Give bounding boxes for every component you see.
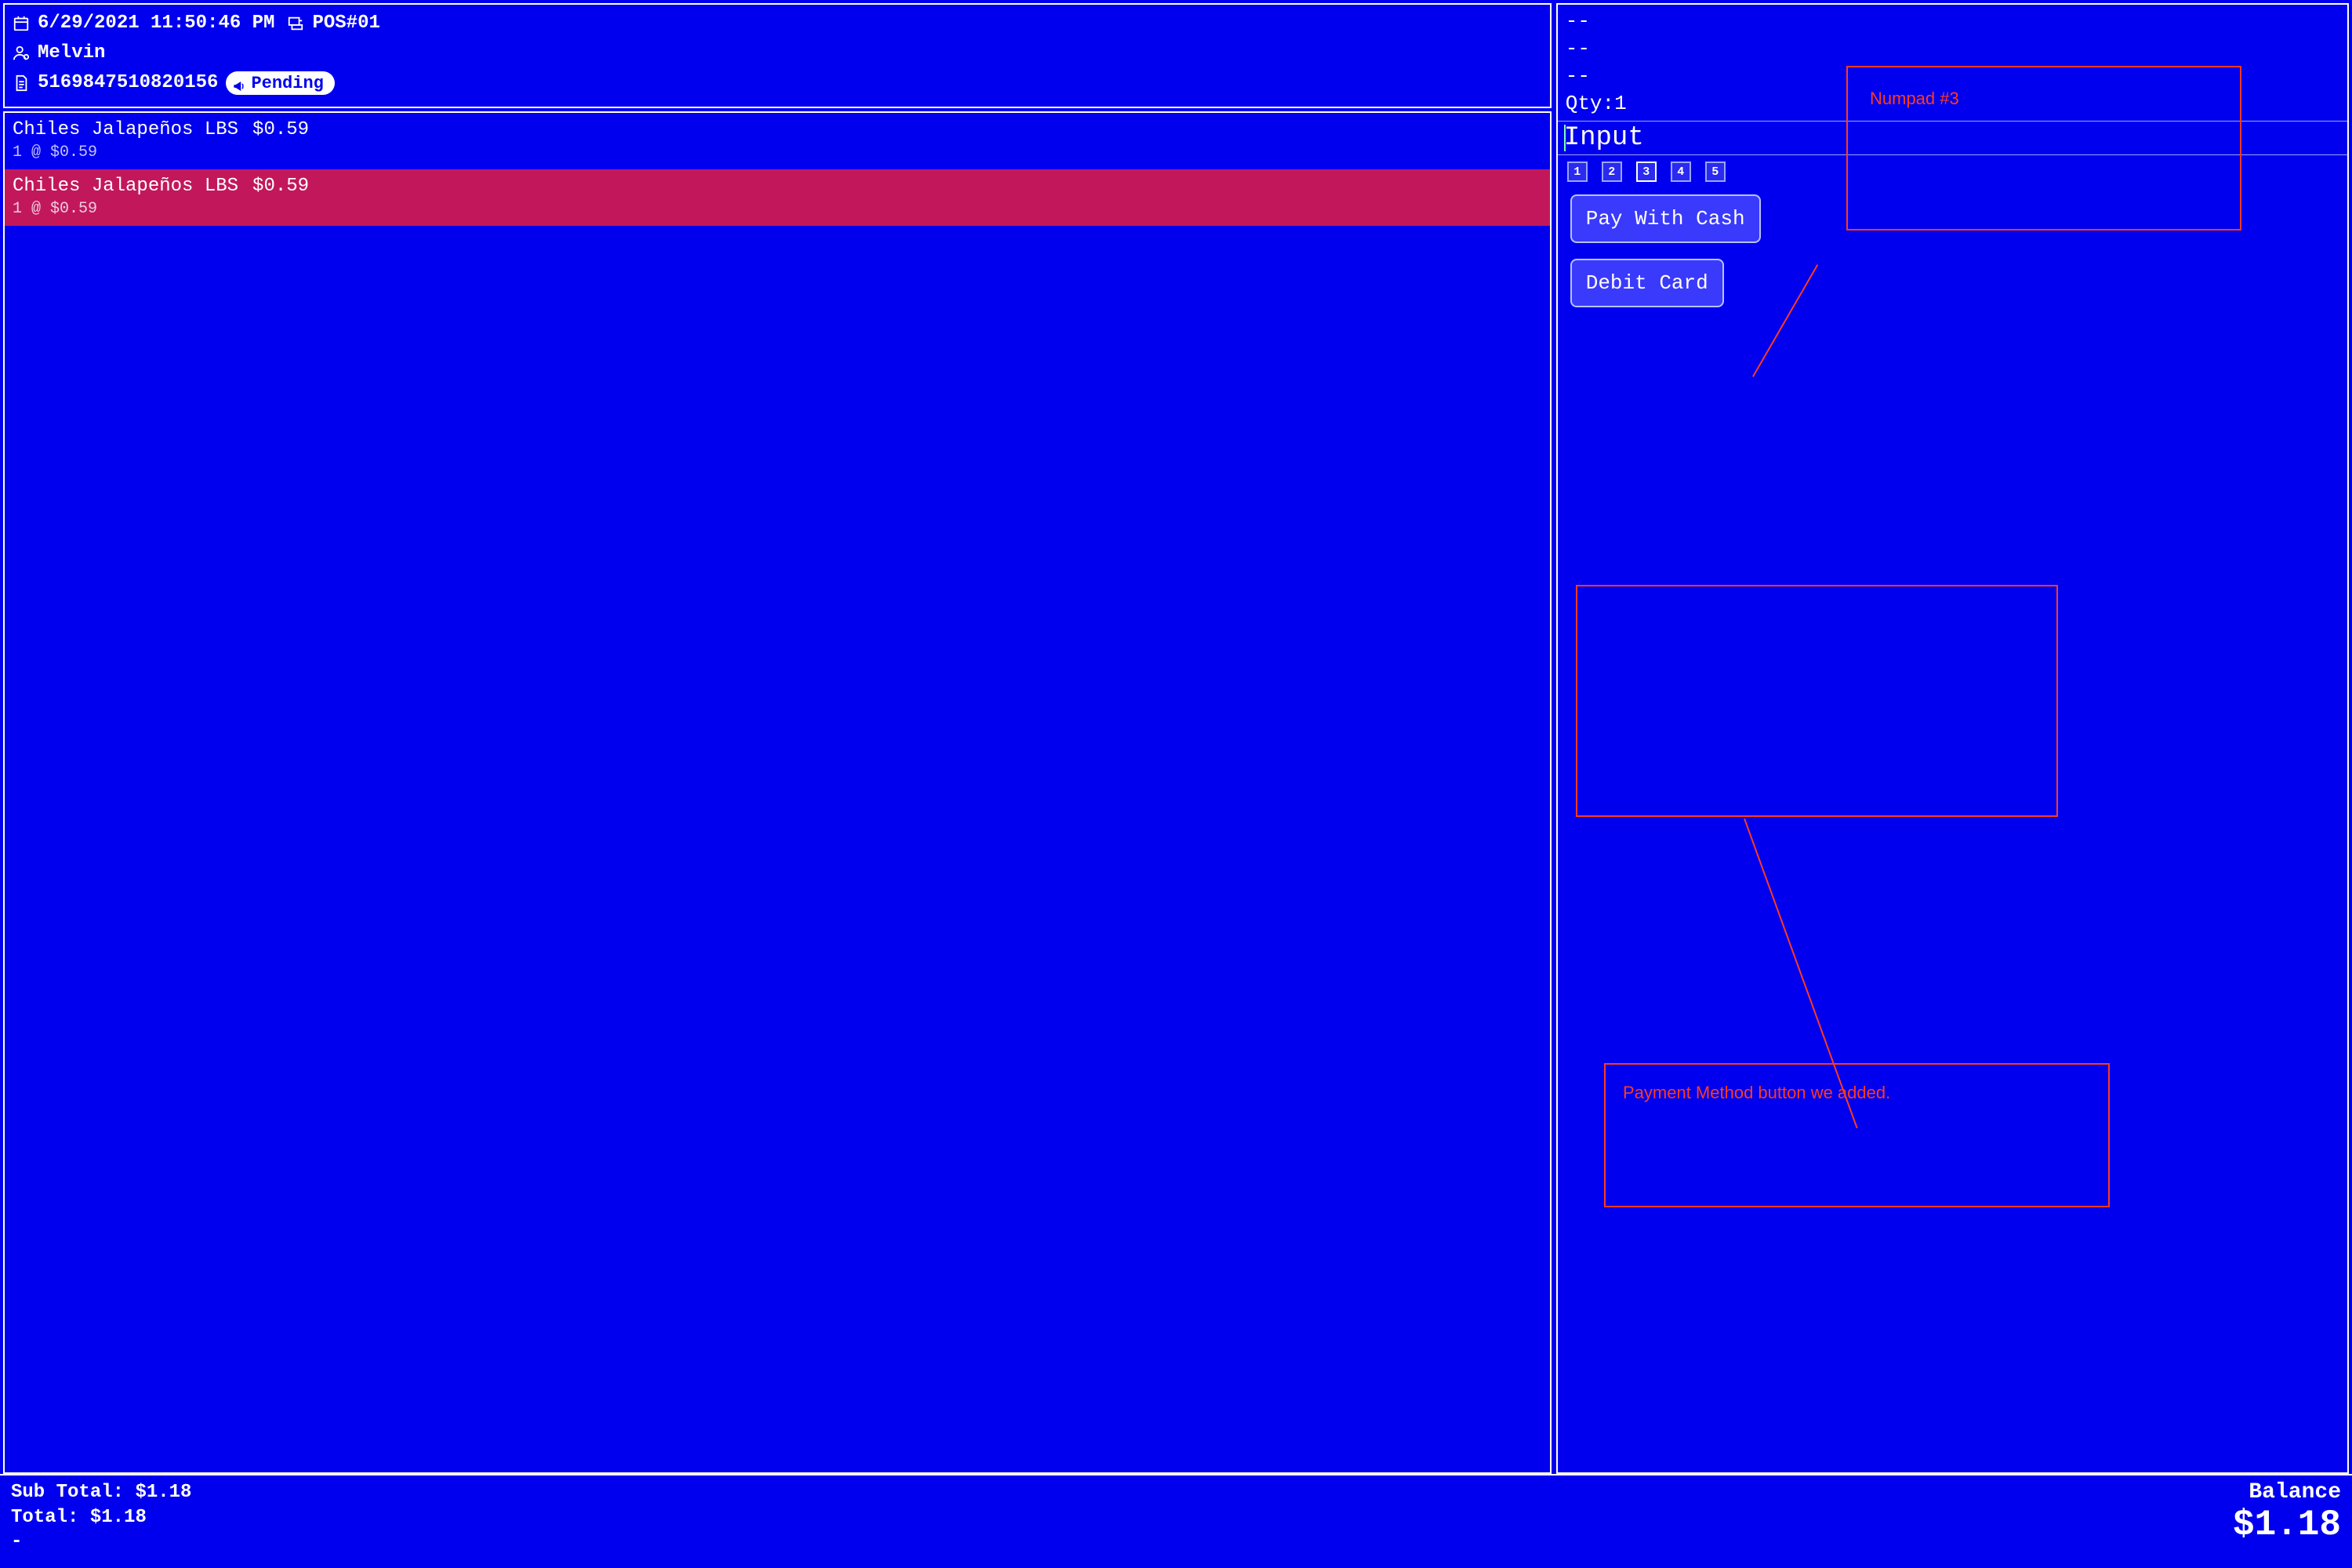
display-line-1: -- xyxy=(1566,8,2339,35)
item-price: $0.59 xyxy=(252,119,309,140)
numpad-button-1[interactable]: 1 xyxy=(1567,162,1588,182)
header-panel: 6/29/2021 11:50:46 PM POS#01 Melvin xyxy=(3,3,1552,108)
item-name: Chiles Jalapeños LBS xyxy=(13,176,238,197)
total-value: $1.18 xyxy=(90,1507,147,1528)
datetime-text: 6/29/2021 11:50:46 PM xyxy=(38,9,274,38)
header-datetime-line: 6/29/2021 11:50:46 PM POS#01 xyxy=(13,9,1542,38)
annotation-numpad-label: Numpad #3 xyxy=(1870,88,1959,111)
header-ticket-line: 5169847510820156 Pending xyxy=(13,69,1542,97)
balance-amount: $1.18 xyxy=(2233,1504,2341,1545)
total-label: Total: xyxy=(11,1507,78,1528)
register-icon xyxy=(287,15,304,32)
display-line-3: -- xyxy=(1566,63,2339,90)
person-icon xyxy=(13,45,30,62)
ticket-id: 5169847510820156 xyxy=(38,69,218,97)
status-text: Pending xyxy=(251,71,323,96)
display-line-2: -- xyxy=(1566,35,2339,63)
qty-value: 1 xyxy=(1614,92,1627,115)
items-panel: Chiles Jalapeños LBS$0.591 @ $0.59Chiles… xyxy=(3,111,1552,1474)
footer: Sub Total: $1.18 Total: $1.18 - Balance … xyxy=(0,1474,2352,1568)
main-input[interactable] xyxy=(1558,122,2347,154)
numpad-button-5[interactable]: 5 xyxy=(1705,162,1726,182)
right-panel: -- -- -- Qty:1 12345 Pay With Cash Debit… xyxy=(1556,3,2349,1474)
footer-balance: Balance $1.18 xyxy=(2233,1480,2341,1545)
subtotal-value: $1.18 xyxy=(135,1482,191,1503)
subtotal-label: Sub Total: xyxy=(11,1482,124,1503)
numpad-row: 12345 xyxy=(1558,155,2347,188)
megaphone-icon xyxy=(232,76,246,90)
header-cashier-line: Melvin xyxy=(13,39,1542,67)
numpad-button-3[interactable]: 3 xyxy=(1636,162,1657,182)
balance-label: Balance xyxy=(2233,1480,2341,1504)
item-name: Chiles Jalapeños LBS xyxy=(13,119,238,140)
item-row[interactable]: Chiles Jalapeños LBS $0.59 1 @ $0.59 xyxy=(5,113,1550,169)
item-detail: 1 @ $0.59 xyxy=(13,200,1542,218)
footer-totals: Sub Total: $1.18 Total: $1.18 - xyxy=(11,1480,2233,1554)
document-icon xyxy=(13,74,30,92)
item-detail: 1 @ $0.59 xyxy=(13,143,1542,162)
numpad-button-2[interactable]: 2 xyxy=(1602,162,1622,182)
item-price: $0.59 xyxy=(252,176,309,197)
footer-extra-line: - xyxy=(11,1530,2233,1554)
status-badge: Pending xyxy=(226,71,334,95)
numpad-button-4[interactable]: 4 xyxy=(1671,162,1691,182)
action-area: Pay With Cash Debit Card xyxy=(1558,188,2347,314)
cashier-name: Melvin xyxy=(38,39,105,67)
register-label: POS#01 xyxy=(312,9,379,38)
text-caret xyxy=(1564,125,1566,151)
input-field-wrap xyxy=(1558,121,2347,155)
annotation-payment-label: Payment Method button we added. xyxy=(1623,1082,2093,1105)
calendar-icon xyxy=(13,15,30,32)
debit-card-button[interactable]: Debit Card xyxy=(1570,259,1724,307)
item-row[interactable]: Chiles Jalapeños LBS $0.59 1 @ $0.59 xyxy=(5,169,1550,226)
qty-label: Qty: xyxy=(1566,92,1614,115)
pay-with-cash-button[interactable]: Pay With Cash xyxy=(1570,194,1761,243)
